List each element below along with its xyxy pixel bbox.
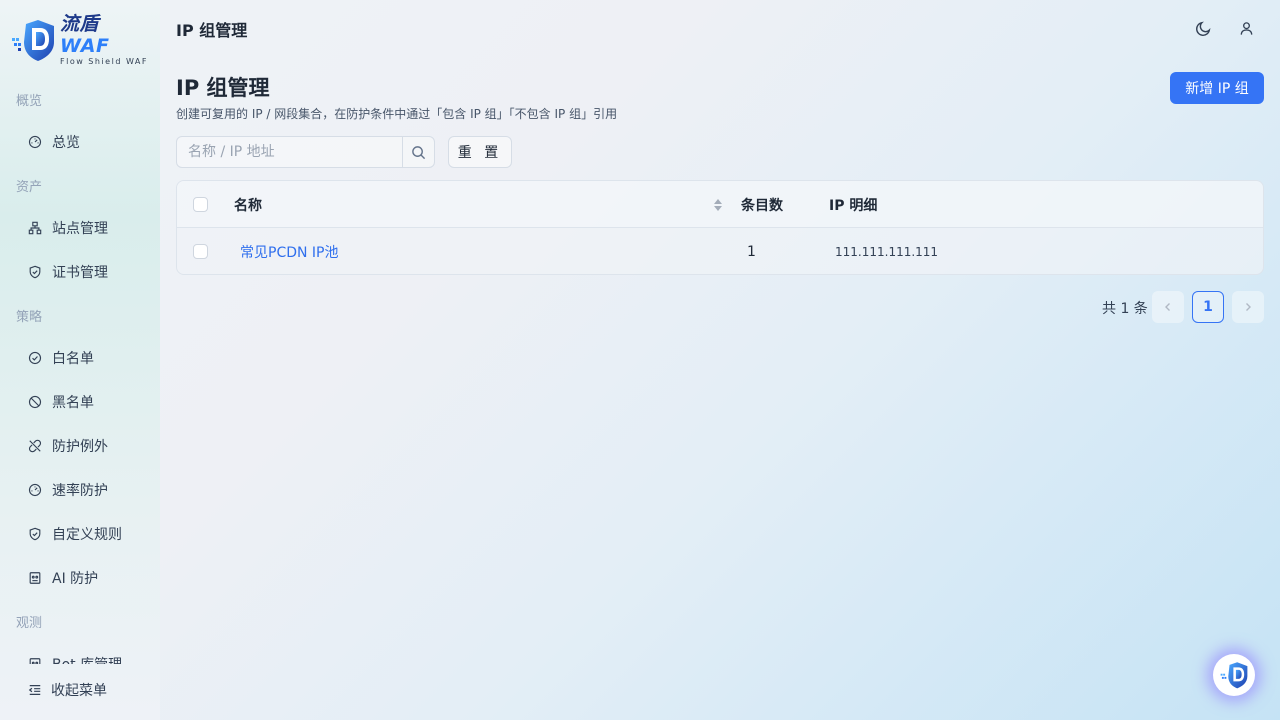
- sidebar-item-blacklist[interactable]: 黑名单: [28, 390, 94, 414]
- nav-group-policy: 策略: [16, 310, 43, 325]
- add-ip-group-button[interactable]: 新增 IP 组: [1170, 72, 1264, 104]
- ban-icon: [28, 395, 42, 409]
- moon-icon: [1195, 21, 1210, 36]
- shield-check-icon: [29, 265, 41, 279]
- sidebar-item-rate[interactable]: 速率防护: [28, 478, 108, 502]
- column-header-name[interactable]: 名称: [234, 181, 262, 228]
- brand-logo[interactable]: 流盾 WAF Flow Shield WAF: [10, 13, 150, 66]
- sidebar-item-label: 防护例外: [52, 439, 108, 455]
- sidebar-item-exceptions[interactable]: 防护例外: [28, 434, 108, 458]
- search-icon: [412, 145, 426, 159]
- sidebar-item-label: 证书管理: [52, 265, 108, 281]
- sitemap-icon: [28, 221, 42, 235]
- link-break-icon: [28, 439, 42, 453]
- check-circle-icon: [28, 351, 42, 365]
- brand-name-waf: WAF: [60, 35, 110, 57]
- sidebar: 流盾 WAF Flow Shield WAF 概览 总览 资产 站点管理 证书管…: [0, 0, 160, 720]
- table-header: 名称 条目数 IP 明细: [177, 181, 1263, 228]
- search-button[interactable]: [402, 137, 434, 167]
- chevron-left-icon: [1165, 303, 1170, 311]
- reset-button[interactable]: 重 置: [448, 136, 512, 168]
- sidebar-item-label: 速率防护: [52, 483, 108, 499]
- gauge-icon: [28, 135, 42, 149]
- sidebar-item-custom-rules[interactable]: 自定义规则: [28, 522, 122, 546]
- sidebar-item-label: 黑名单: [52, 395, 94, 411]
- page-title: IP 组管理: [176, 76, 270, 100]
- nav-group-assets: 资产: [16, 180, 43, 195]
- collapse-menu-label: 收起菜单: [51, 683, 107, 699]
- shield-check-icon: [29, 527, 41, 541]
- brand-subtitle: Flow Shield WAF: [60, 57, 148, 66]
- shield-logo-icon: [10, 18, 56, 62]
- header-title: IP 组管理: [176, 21, 248, 40]
- brand-name-cn: 流盾: [60, 13, 100, 35]
- pagination-prev-button[interactable]: [1152, 291, 1184, 323]
- ip-group-name-link[interactable]: 常见PCDN IP池: [240, 228, 339, 274]
- search-input[interactable]: [177, 137, 402, 167]
- ip-detail: 111.111.111.111: [835, 244, 939, 259]
- sidebar-item-certs[interactable]: 证书管理: [28, 260, 108, 284]
- assistant-float-button[interactable]: [1213, 654, 1255, 696]
- pagination-page-1[interactable]: 1: [1192, 291, 1224, 323]
- indent-icon: [28, 685, 41, 695]
- select-all-checkbox[interactable]: [193, 197, 208, 212]
- sidebar-item-label: AI 防护: [52, 571, 99, 587]
- sort-icon[interactable]: [713, 197, 723, 213]
- sidebar-item-whitelist[interactable]: 白名单: [28, 346, 94, 370]
- column-header-detail: IP 明细: [829, 197, 878, 214]
- row-checkbox[interactable]: [193, 244, 208, 259]
- page-description: 创建可复用的 IP / 网段集合，在防护条件中通过「包含 IP 组」「不包含 I…: [176, 107, 618, 121]
- sidebar-item-label: 白名单: [52, 351, 94, 367]
- collapse-menu-button[interactable]: 收起菜单: [28, 678, 107, 702]
- table-row[interactable]: 常见PCDN IP池 1 111.111.111.111: [177, 228, 1263, 274]
- sidebar-item-sites[interactable]: 站点管理: [28, 216, 108, 240]
- sidebar-item-label: Bot 库管理: [52, 654, 122, 664]
- sidebar-item-ai[interactable]: AI 防护: [28, 566, 98, 590]
- shield-logo-icon: [1220, 662, 1248, 689]
- sidebar-item-dashboard[interactable]: 总览: [28, 130, 80, 154]
- robot-icon: [29, 658, 41, 664]
- search-box: [176, 136, 435, 168]
- speedometer-icon: [28, 483, 42, 497]
- nav-group-overview: 概览: [16, 94, 43, 109]
- brand-title: 流盾 WAF: [60, 13, 150, 57]
- chevron-right-icon: [1246, 303, 1251, 311]
- pagination-next-button[interactable]: [1232, 291, 1264, 323]
- theme-toggle-button[interactable]: [1193, 18, 1213, 38]
- user-icon: [1240, 21, 1252, 35]
- nav-group-observe: 观测: [16, 616, 43, 631]
- user-menu-button[interactable]: [1236, 18, 1256, 38]
- sidebar-nav: 概览 总览 资产 站点管理 证书管理 策略 白名单 黑名单 防护例外 速率防护 …: [0, 80, 160, 664]
- sidebar-item-label: 自定义规则: [52, 527, 122, 543]
- robot-icon: [29, 572, 41, 584]
- sidebar-item-label: 总览: [52, 135, 80, 151]
- ip-group-table: 名称 条目数 IP 明细 常见PCDN IP池 1 111.111.111.11…: [176, 180, 1264, 275]
- sidebar-item-label: 站点管理: [52, 221, 108, 237]
- sidebar-item-bot[interactable]: Bot 库管理: [28, 652, 122, 664]
- entry-count: 1: [747, 243, 756, 260]
- pagination-total: 共 1 条: [1102, 301, 1148, 317]
- column-header-count: 条目数: [741, 197, 783, 214]
